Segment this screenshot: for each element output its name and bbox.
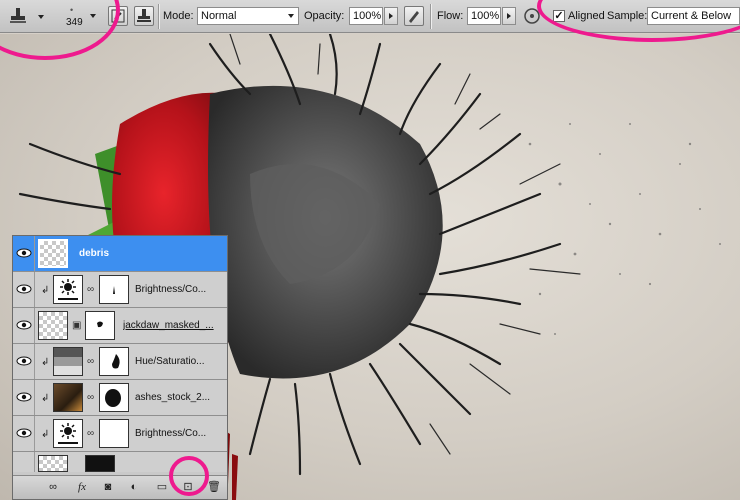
mode-label: Mode: bbox=[163, 10, 194, 22]
layer-name: debris bbox=[79, 248, 110, 259]
flow-input[interactable]: 100% bbox=[467, 7, 501, 25]
layer-row-debris[interactable]: debris bbox=[13, 236, 227, 272]
eye-icon bbox=[16, 284, 32, 294]
flow-value: 100% bbox=[471, 10, 500, 22]
visibility-toggle[interactable] bbox=[13, 308, 35, 343]
visibility-toggle[interactable] bbox=[13, 380, 35, 415]
layer-row-ashes-stock[interactable]: ↲ ∞ ashes_stock_2... bbox=[13, 380, 227, 416]
layer-name: Hue/Saturatio... bbox=[135, 356, 205, 367]
brightness-adjustment-icon bbox=[53, 275, 83, 304]
opacity-value: 100% bbox=[353, 10, 382, 22]
layer-name: Brightness/Co... bbox=[135, 284, 207, 295]
link-icon[interactable]: ∞ bbox=[43, 479, 63, 495]
tablet-pressure-opacity-button[interactable] bbox=[404, 6, 424, 26]
layer-row-jackdaw[interactable]: ▣ jackdaw_masked_... bbox=[13, 308, 227, 344]
layer-name: jackdaw_masked_... bbox=[123, 320, 214, 331]
opacity-label: Opacity: bbox=[304, 10, 345, 22]
folder-icon[interactable]: ▭ bbox=[153, 479, 171, 495]
toggle-clone-source-button[interactable] bbox=[134, 6, 154, 26]
brightness-adjustment-icon bbox=[53, 419, 83, 448]
layer-thumbnail bbox=[38, 239, 68, 268]
layer-thumbnail bbox=[38, 455, 68, 472]
eye-icon bbox=[16, 320, 32, 330]
layer-mask-thumbnail[interactable] bbox=[85, 455, 115, 472]
layer-name: Brightness/Co... bbox=[135, 428, 207, 439]
adjustment-icon[interactable]: ◐ bbox=[125, 479, 143, 495]
layer-thumbnail bbox=[38, 311, 68, 340]
layer-mask-thumbnail[interactable] bbox=[99, 275, 129, 304]
photo-thumb bbox=[53, 383, 83, 412]
layer-row-brightness-contrast[interactable]: ↲ ∞ Brightness/Co... bbox=[13, 272, 227, 308]
clipping-arrow-icon: ↲ bbox=[41, 429, 50, 440]
visibility-toggle[interactable] bbox=[13, 272, 35, 307]
arrow-right-icon bbox=[507, 13, 511, 19]
layer-row-brightness-contrast[interactable]: ↲ ∞ Brightness/Co... bbox=[13, 416, 227, 452]
mode-value: Normal bbox=[201, 10, 237, 22]
clone-source-icon bbox=[137, 9, 151, 22]
eye-icon bbox=[16, 428, 32, 438]
visibility-toggle[interactable] bbox=[13, 344, 35, 379]
link-icon: ∞ bbox=[87, 356, 95, 367]
eye-icon bbox=[16, 356, 32, 366]
add-mask-icon[interactable]: ◙ bbox=[99, 479, 117, 495]
opacity-input[interactable]: 100% bbox=[349, 7, 383, 25]
highlight-ellipse-new-layer bbox=[169, 456, 209, 496]
arrow-right-icon bbox=[389, 13, 393, 19]
separator bbox=[430, 4, 431, 29]
visibility-toggle[interactable] bbox=[13, 452, 35, 472]
clipping-arrow-icon: ↲ bbox=[41, 393, 50, 404]
link-icon: ∞ bbox=[87, 392, 95, 403]
layer-name: ashes_stock_2... bbox=[135, 392, 211, 403]
visibility-toggle[interactable] bbox=[13, 416, 35, 451]
layer-mask-thumbnail[interactable] bbox=[85, 311, 115, 340]
clipping-arrow-icon: ↲ bbox=[41, 357, 50, 368]
layer-mask-thumbnail[interactable] bbox=[99, 419, 129, 448]
eye-icon bbox=[16, 248, 32, 258]
layer-mask-thumbnail[interactable] bbox=[99, 347, 129, 376]
opacity-slider-button[interactable] bbox=[384, 7, 398, 25]
layer-mask-thumbnail[interactable] bbox=[99, 383, 129, 412]
chevron-down-icon bbox=[288, 14, 294, 18]
fx-icon[interactable]: fx bbox=[71, 479, 93, 495]
pen-pressure-icon bbox=[409, 11, 419, 23]
link-icon: ∞ bbox=[87, 428, 95, 439]
link-icon: ∞ bbox=[87, 284, 95, 295]
smart-object-icon: ▣ bbox=[72, 320, 82, 331]
clipping-arrow-icon: ↲ bbox=[41, 285, 50, 296]
hue-saturation-icon bbox=[53, 347, 83, 376]
layer-row-hue-saturation[interactable]: ↲ ∞ Hue/Saturatio... bbox=[13, 344, 227, 380]
visibility-toggle[interactable] bbox=[13, 236, 35, 271]
flow-slider-button[interactable] bbox=[502, 7, 516, 25]
eye-icon bbox=[16, 392, 32, 402]
separator bbox=[158, 4, 159, 29]
flow-label: Flow: bbox=[437, 10, 464, 22]
mode-select[interactable]: Normal bbox=[197, 7, 299, 25]
